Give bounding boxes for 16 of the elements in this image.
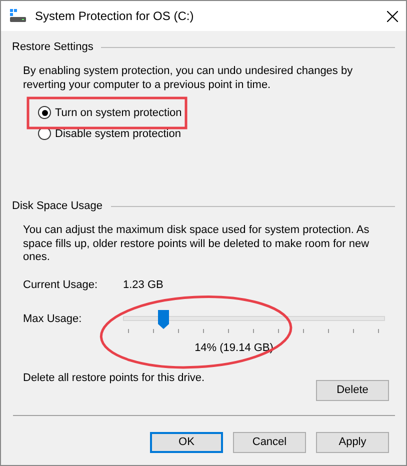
- max-usage-reading: 14% (19.14 GB): [194, 342, 274, 354]
- group-heading: Restore Settings: [12, 41, 94, 53]
- description-text: By enabling system protection, you can undo undesired changes by reverting your computer to a previous point in time.: [23, 65, 354, 92]
- radio-option[interactable]: Disable system protection: [38, 127, 395, 140]
- current-usage-label: Current Usage:: [23, 278, 99, 290]
- dialog-button[interactable]: OK: [150, 432, 223, 452]
- delete-description: Delete all restore points for this drive.: [23, 372, 205, 384]
- window-title: System Protection for OS (C:): [35, 9, 195, 23]
- current-usage-value: 1.23 GB: [123, 278, 164, 290]
- dialog-button[interactable]: Cancel: [233, 432, 306, 452]
- delete-button[interactable]: Delete: [316, 380, 389, 400]
- dialog-button[interactable]: Apply: [316, 432, 389, 452]
- description-text: You can adjust the maximum disk space used for system protection. As space fills up, older restore points will be deleted to make room for new ones.: [23, 224, 370, 264]
- max-usage-label: Max Usage:: [23, 312, 83, 324]
- radio-option[interactable]: Turn on system protection: [38, 106, 395, 119]
- group-heading: Disk Space Usage: [12, 200, 102, 212]
